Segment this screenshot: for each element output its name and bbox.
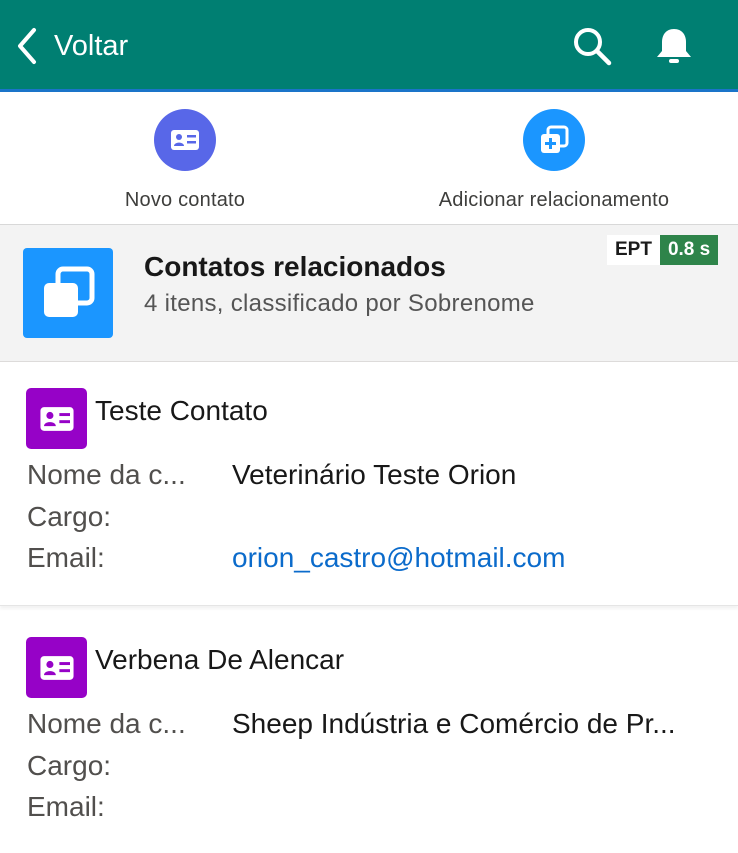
ept-value: 0.8 s [659, 235, 719, 265]
ept-label: EPT [607, 235, 660, 265]
bell-icon[interactable] [652, 24, 696, 68]
email-link[interactable]: orion_castro@hotmail.com [232, 542, 565, 574]
add-relationship-label: Adicionar relacionamento [438, 189, 670, 211]
add-relationship-icon-circle [523, 109, 585, 171]
contact-icon [26, 637, 87, 698]
back-button[interactable]: Voltar [12, 22, 128, 70]
related-list-header: Contatos relacionados 4 itens, classific… [0, 225, 738, 362]
field-label-title: Cargo: [27, 501, 112, 532]
page-title: Contatos relacionados [144, 251, 446, 282]
new-contact-icon-circle [154, 109, 216, 171]
field-label-email: Email: [27, 542, 105, 573]
field-label-email: Email: [27, 791, 105, 822]
related-contacts-glyph [44, 266, 95, 317]
chevron-left-icon [18, 28, 36, 64]
field-label-company: Nome da c... [27, 708, 186, 739]
contact-card-glyph [39, 406, 74, 431]
contact-icon [26, 388, 87, 449]
new-contact-button[interactable]: Novo contato [70, 92, 300, 225]
ept-badge: EPT 0.8 s [607, 235, 719, 265]
add-relationship-button[interactable]: Adicionar relacionamento [404, 92, 704, 225]
contact-card[interactable]: Verbena De Alencar Nome da c... Sheep In… [0, 612, 738, 853]
add-relationship-icon [541, 125, 569, 153]
top-nav-bar: Voltar [0, 0, 738, 92]
field-label-company: Nome da c... [27, 459, 186, 490]
field-label-title: Cargo: [27, 750, 112, 781]
field-value-company: Veterinário Teste Orion [232, 459, 517, 490]
contact-card-glyph [39, 655, 74, 680]
contact-name-link[interactable]: Teste Contato [95, 395, 268, 427]
list-subtitle: 4 itens, classificado por Sobrenome [144, 290, 535, 317]
field-value-company: Sheep Indústria e Comércio de Pr... [232, 708, 676, 739]
back-label: Voltar [54, 29, 129, 62]
contact-name-link[interactable]: Verbena De Alencar [95, 644, 344, 676]
actions-bar: Novo contato Adicionar relacionamento [0, 92, 738, 225]
search-icon[interactable] [570, 24, 614, 68]
new-contact-label: Novo contato [124, 189, 246, 211]
contact-card[interactable]: Teste Contato Nome da c... Veterinário T… [0, 363, 738, 606]
related-contacts-icon [23, 248, 113, 338]
contact-card-icon [171, 130, 199, 150]
